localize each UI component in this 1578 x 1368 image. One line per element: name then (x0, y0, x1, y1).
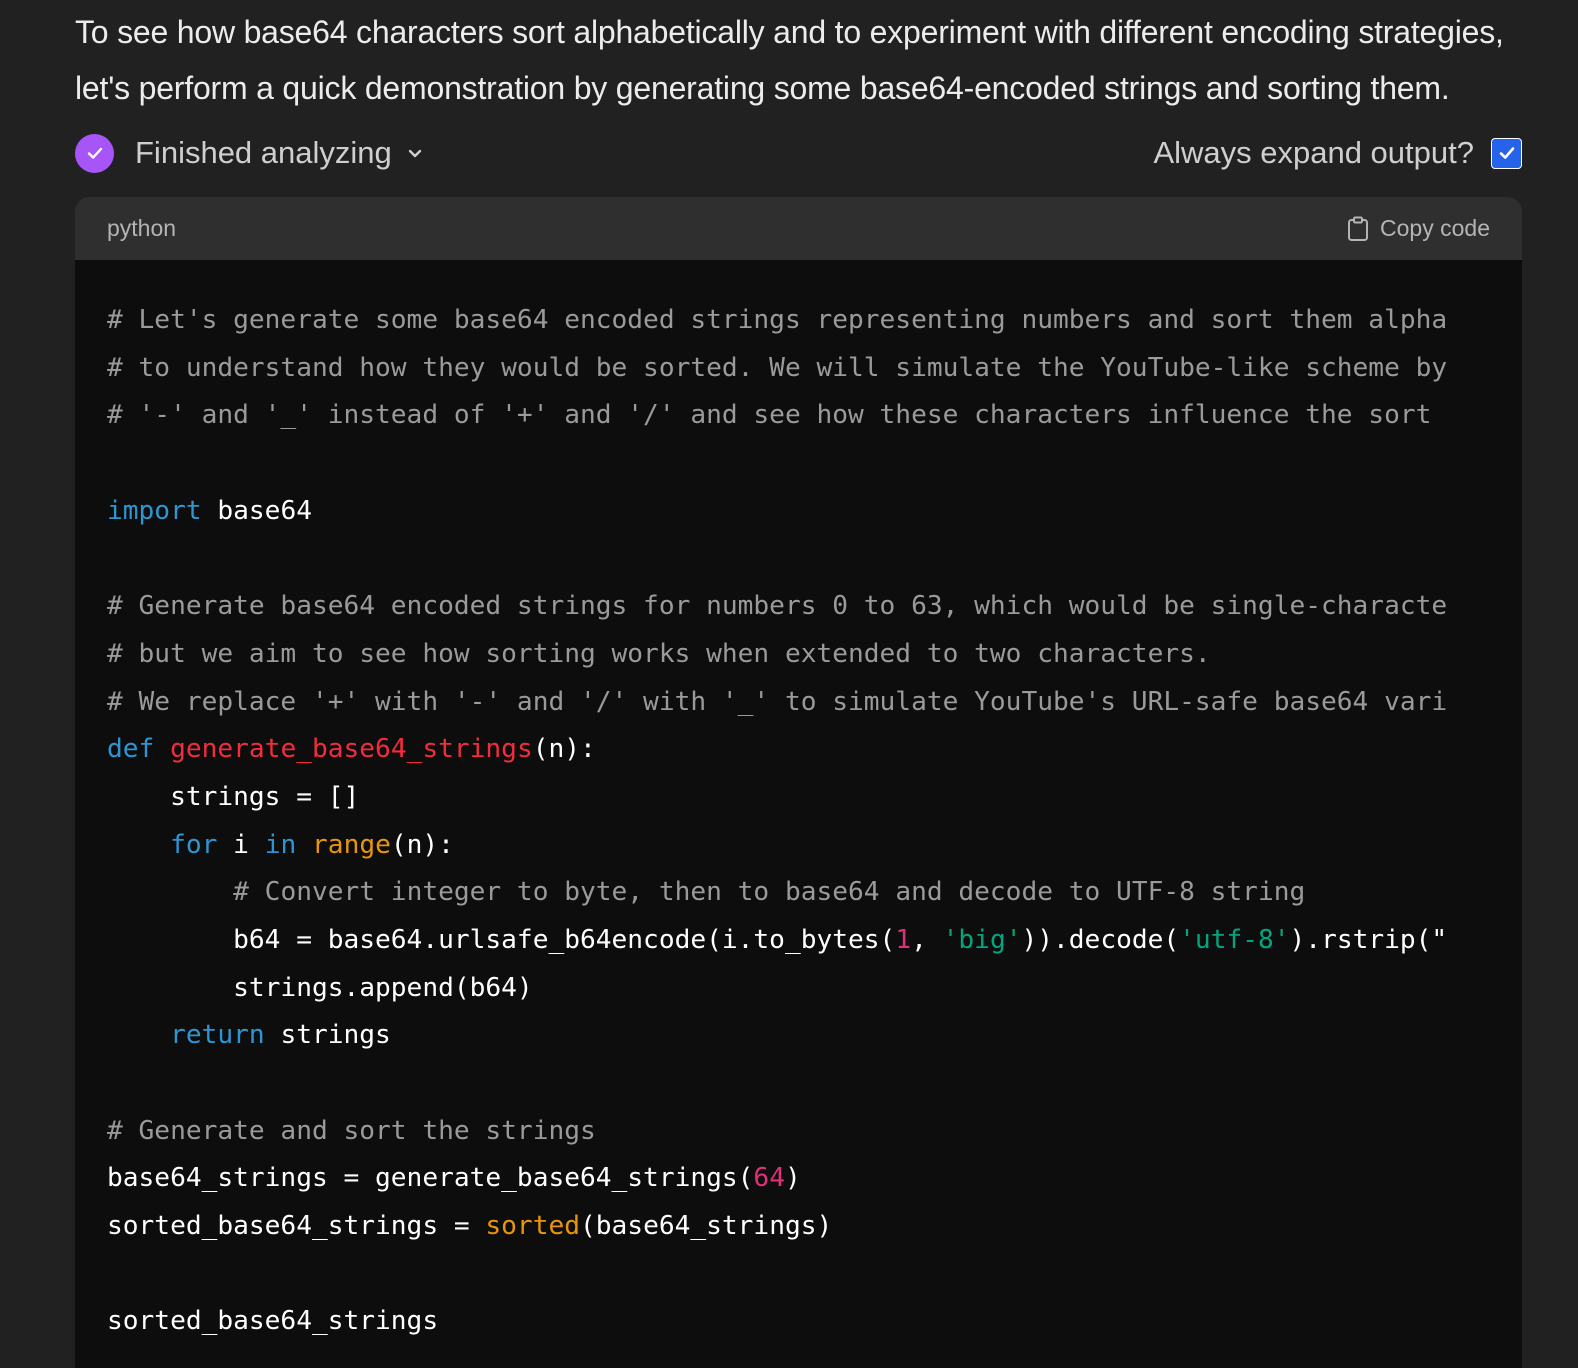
code-token: (n): (390, 829, 454, 860)
check-icon (75, 133, 114, 173)
copy-code-button[interactable]: Copy code (1346, 215, 1490, 242)
clipboard-icon (1348, 216, 1369, 241)
code-token: sorted_base64_strings (107, 1306, 439, 1337)
code-line: ​ (107, 535, 1522, 583)
code-line: base64_strings = generate_base64_strings… (107, 1155, 1522, 1203)
code-line: import base64 (107, 488, 1522, 536)
code-token: base64_strings = generate_base64_strings… (107, 1163, 754, 1194)
code-token: ) (784, 1163, 801, 1194)
code-token: (base64_strings) (580, 1211, 833, 1242)
code-line: def generate_base64_strings(n): (107, 726, 1522, 774)
code-token: # Generate and sort the strings (107, 1115, 596, 1146)
code-line: # '-' and '_' instead of '+' and '/' and… (107, 392, 1522, 440)
code-token: # but we aim to see how sorting works wh… (107, 638, 1211, 669)
expand-output-control: Always expand output? (1153, 135, 1522, 171)
code-token: return (170, 1020, 265, 1051)
expand-output-label: Always expand output? (1153, 135, 1474, 170)
code-line: ​ (107, 440, 1522, 488)
code-line: sorted_base64_strings (107, 1298, 1522, 1346)
assistant-message: To see how base64 characters sort alphab… (75, 4, 1545, 116)
code-line: strings.append(b64) (107, 965, 1522, 1013)
code-line: # Convert integer to byte, then to base6… (107, 869, 1522, 917)
code-token: 'big' (942, 924, 1022, 955)
code-token: sorted_base64_strings = (107, 1211, 486, 1242)
checkmark-icon (1499, 147, 1514, 159)
code-token: def (107, 734, 155, 765)
code-content[interactable]: # Let's generate some base64 encoded str… (75, 260, 1522, 1346)
code-token: strings.append(b64) (107, 972, 533, 1003)
code-line: b64 = base64.urlsafe_b64encode(i.to_byte… (107, 917, 1522, 965)
chevron-down-icon (404, 142, 426, 164)
code-token: generate_base64_strings (170, 734, 533, 765)
code-line: # We replace '+' with '-' and '/' with '… (107, 679, 1522, 727)
code-line: ​ (107, 1251, 1522, 1299)
code-line: sorted_base64_strings = sorted(base64_st… (107, 1203, 1522, 1251)
code-line: # but we aim to see how sorting works wh… (107, 631, 1522, 679)
code-token: ).rstrip(" (1289, 924, 1448, 955)
code-token: 1 (895, 924, 912, 955)
expand-output-checkbox[interactable] (1491, 137, 1522, 169)
code-token: sorted (485, 1211, 580, 1242)
code-token: # to understand how they would be sorted… (107, 352, 1448, 383)
code-line: # Let's generate some base64 encoded str… (107, 297, 1522, 345)
code-token: base64 (201, 495, 312, 526)
code-token: )).decode( (1021, 924, 1180, 955)
code-token: # Generate base64 encoded strings for nu… (107, 591, 1448, 622)
analysis-status-label: Finished analyzing (135, 135, 392, 170)
code-token: i (217, 829, 265, 860)
code-line: for i in range(n): (107, 822, 1522, 870)
analysis-status-row: Finished analyzing Always expand output? (75, 133, 1522, 173)
code-line: # Generate and sort the strings (107, 1108, 1522, 1156)
code-line: # Generate base64 encoded strings for nu… (107, 583, 1522, 631)
message-line: let's perform a quick demonstration by g… (75, 70, 1450, 106)
code-token: strings (264, 1020, 391, 1051)
code-line: ​ (107, 1060, 1522, 1108)
analysis-status-toggle[interactable]: Finished analyzing (75, 133, 426, 173)
code-token: 'utf-8' (1179, 924, 1290, 955)
code-token: import (107, 495, 202, 526)
code-line: strings = [] (107, 774, 1522, 822)
message-line: To see how base64 characters sort alphab… (75, 14, 1504, 50)
code-header: python Copy code (75, 197, 1522, 260)
code-token: (n): (532, 734, 596, 765)
code-token: # '-' and '_' instead of '+' and '/' and… (107, 400, 1432, 431)
code-token: # Let's generate some base64 encoded str… (107, 305, 1448, 335)
code-token: , (911, 924, 943, 955)
code-token: # Convert integer to byte, then to base6… (233, 877, 1306, 908)
code-line: return strings (107, 1012, 1522, 1060)
code-token: strings = [] (107, 781, 360, 812)
code-block: python Copy code # Let's generate some b… (75, 197, 1522, 1368)
code-token: # We replace '+' with '-' and '/' with '… (107, 686, 1448, 717)
code-token: in (264, 829, 297, 860)
code-token: 64 (753, 1163, 785, 1194)
code-token: for (170, 829, 218, 860)
code-language-label: python (107, 215, 177, 241)
code-line: # to understand how they would be sorted… (107, 345, 1522, 393)
code-token: range (312, 829, 391, 860)
code-token: b64 = base64.urlsafe_b64encode(i.to_byte… (107, 924, 896, 955)
copy-code-label: Copy code (1380, 215, 1490, 241)
